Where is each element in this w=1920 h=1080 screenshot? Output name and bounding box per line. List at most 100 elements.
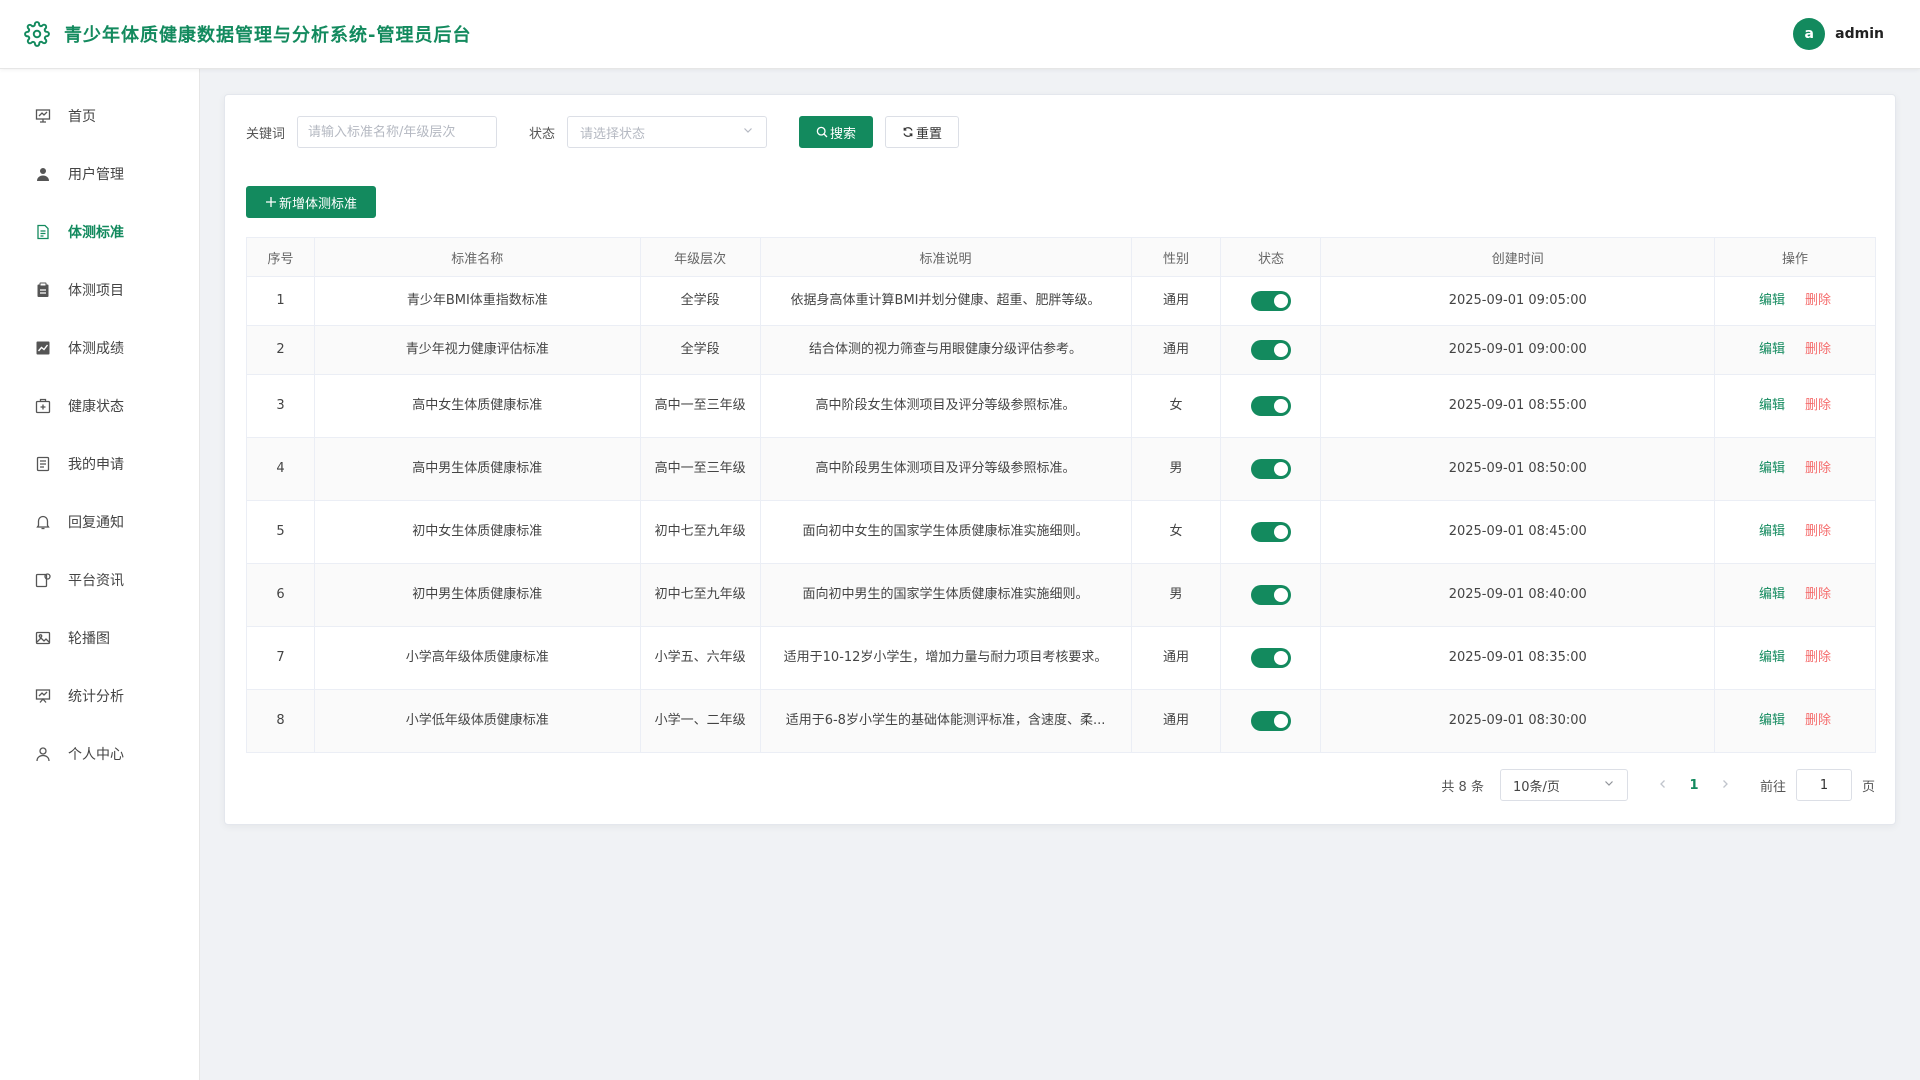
cell-actions: 编辑 删除: [1714, 563, 1876, 627]
cell-grade: 高中一至三年级: [639, 437, 761, 501]
sidebar-item-news[interactable]: 平台资讯: [0, 551, 199, 609]
delete-button[interactable]: 删除: [1805, 650, 1831, 665]
form-icon: [34, 455, 52, 473]
user-menu[interactable]: a admin: [1793, 18, 1884, 50]
cell-created: 2025-09-01 08:30:00: [1320, 689, 1716, 753]
table-row: 2 青少年视力健康评估标准 全学段 结合体测的视力筛查与用眼健康分级评估参考。 …: [246, 325, 1876, 375]
sidebar-item-label: 首页: [68, 109, 96, 125]
total-count: 共 8 条: [1441, 779, 1484, 795]
status-toggle[interactable]: [1250, 647, 1291, 668]
sidebar-item-label: 我的申请: [68, 457, 124, 473]
top-header: 青少年体质健康数据管理与分析系统-管理员后台 a admin: [0, 0, 1920, 69]
delete-button[interactable]: 删除: [1805, 293, 1831, 308]
medical-box-icon: [34, 397, 52, 415]
reset-button[interactable]: 重置: [885, 116, 960, 148]
sidebar-item-notifications[interactable]: 回复通知: [0, 493, 199, 551]
sidebar-item-standards[interactable]: 体测标准: [0, 203, 199, 261]
status-toggle[interactable]: [1250, 395, 1291, 416]
goto-page-input[interactable]: [1795, 769, 1852, 801]
delete-button[interactable]: 删除: [1805, 398, 1831, 413]
sidebar-item-users[interactable]: 用户管理: [0, 145, 199, 203]
page-size-select[interactable]: 10条/页: [1499, 769, 1628, 801]
plus-icon: [265, 196, 277, 208]
keyword-label: 关键词: [246, 126, 286, 142]
delete-button[interactable]: 删除: [1805, 524, 1831, 539]
avatar[interactable]: a: [1793, 18, 1826, 50]
cell-index: 1: [246, 276, 315, 326]
sidebar-item-scores[interactable]: 体测成绩: [0, 319, 199, 377]
cell-gender: 通用: [1130, 626, 1222, 690]
col-header-name: 标准名称: [313, 237, 641, 277]
cell-status: [1220, 563, 1322, 627]
edit-button[interactable]: 编辑: [1759, 650, 1785, 665]
status-toggle[interactable]: [1250, 521, 1291, 542]
cell-actions: 编辑 删除: [1714, 500, 1876, 564]
sidebar-item-home[interactable]: 首页: [0, 87, 199, 145]
cell-desc: 面向初中男生的国家学生体质健康标准实施细则。: [759, 563, 1132, 627]
cell-status: [1220, 437, 1322, 501]
cell-status: [1220, 374, 1322, 438]
prev-page-button[interactable]: [1648, 778, 1678, 793]
delete-button[interactable]: 删除: [1805, 713, 1831, 728]
cell-name: 小学高年级体质健康标准: [313, 626, 641, 690]
keyword-input[interactable]: [297, 116, 498, 148]
edit-button[interactable]: 编辑: [1759, 587, 1785, 602]
add-standard-button[interactable]: 新增体测标准: [246, 186, 376, 218]
cell-actions: 编辑 删除: [1714, 374, 1876, 438]
edit-button[interactable]: 编辑: [1759, 342, 1785, 357]
sidebar-item-statistics[interactable]: 统计分析: [0, 667, 199, 725]
cell-gender: 通用: [1130, 689, 1222, 753]
status-toggle[interactable]: [1250, 710, 1291, 731]
sidebar-item-test-items[interactable]: 体测项目: [0, 261, 199, 319]
sidebar-item-health[interactable]: 健康状态: [0, 377, 199, 435]
col-header-index: 序号: [246, 237, 315, 277]
edit-button[interactable]: 编辑: [1759, 524, 1785, 539]
cell-gender: 通用: [1130, 276, 1222, 326]
table-row: 1 青少年BMI体重指数标准 全学段 依据身高体重计算BMI并划分健康、超重、肥…: [246, 276, 1876, 326]
gear-icon: [24, 20, 52, 48]
cell-grade: 小学五、六年级: [639, 626, 761, 690]
col-header-gender: 性别: [1130, 237, 1222, 277]
status-toggle[interactable]: [1250, 458, 1291, 479]
sidebar: 首页 用户管理 体测标准 体测项目 体测成绩 健康状态 我的申请 回复通知 平台…: [0, 69, 200, 1080]
cell-desc: 适用于10-12岁小学生，增加力量与耐力项目考核要求。: [759, 626, 1132, 690]
col-header-created: 创建时间: [1320, 237, 1716, 277]
status-label: 状态: [529, 126, 556, 142]
cell-created: 2025-09-01 09:00:00: [1320, 325, 1716, 375]
sidebar-item-profile[interactable]: 个人中心: [0, 725, 199, 783]
page-number-current[interactable]: 1: [1678, 778, 1710, 793]
table-row: 5 初中女生体质健康标准 初中七至九年级 面向初中女生的国家学生体质健康标准实施…: [246, 500, 1876, 564]
cell-index: 6: [246, 563, 315, 627]
edit-button[interactable]: 编辑: [1759, 461, 1785, 476]
col-header-actions: 操作: [1714, 237, 1876, 277]
col-header-status: 状态: [1220, 237, 1322, 277]
goto-label: 前往: [1759, 779, 1786, 795]
user-name[interactable]: admin: [1835, 26, 1884, 42]
cell-desc: 适用于6-8岁小学生的基础体能测评标准，含速度、柔...: [759, 689, 1132, 753]
delete-button[interactable]: 删除: [1805, 587, 1831, 602]
sidebar-item-applications[interactable]: 我的申请: [0, 435, 199, 493]
status-toggle[interactable]: [1250, 584, 1291, 605]
search-icon: [816, 126, 828, 138]
cell-status: [1220, 276, 1322, 326]
delete-button[interactable]: 删除: [1805, 342, 1831, 357]
news-icon: [34, 571, 52, 589]
delete-button[interactable]: 删除: [1805, 461, 1831, 476]
cell-created: 2025-09-01 08:40:00: [1320, 563, 1716, 627]
cell-name: 小学低年级体质健康标准: [313, 689, 641, 753]
cell-actions: 编辑 删除: [1714, 626, 1876, 690]
status-select[interactable]: 请选择状态: [567, 116, 768, 148]
edit-button[interactable]: 编辑: [1759, 293, 1785, 308]
status-toggle[interactable]: [1250, 339, 1291, 360]
search-button[interactable]: 搜索: [799, 116, 874, 148]
cell-created: 2025-09-01 08:50:00: [1320, 437, 1716, 501]
sidebar-item-carousel[interactable]: 轮播图: [0, 609, 199, 667]
cell-gender: 男: [1130, 563, 1222, 627]
status-toggle[interactable]: [1250, 290, 1291, 311]
edit-button[interactable]: 编辑: [1759, 398, 1785, 413]
profile-icon: [34, 745, 52, 763]
cell-actions: 编辑 删除: [1714, 689, 1876, 753]
next-page-button[interactable]: [1710, 778, 1740, 793]
cell-name: 高中男生体质健康标准: [313, 437, 641, 501]
edit-button[interactable]: 编辑: [1759, 713, 1785, 728]
